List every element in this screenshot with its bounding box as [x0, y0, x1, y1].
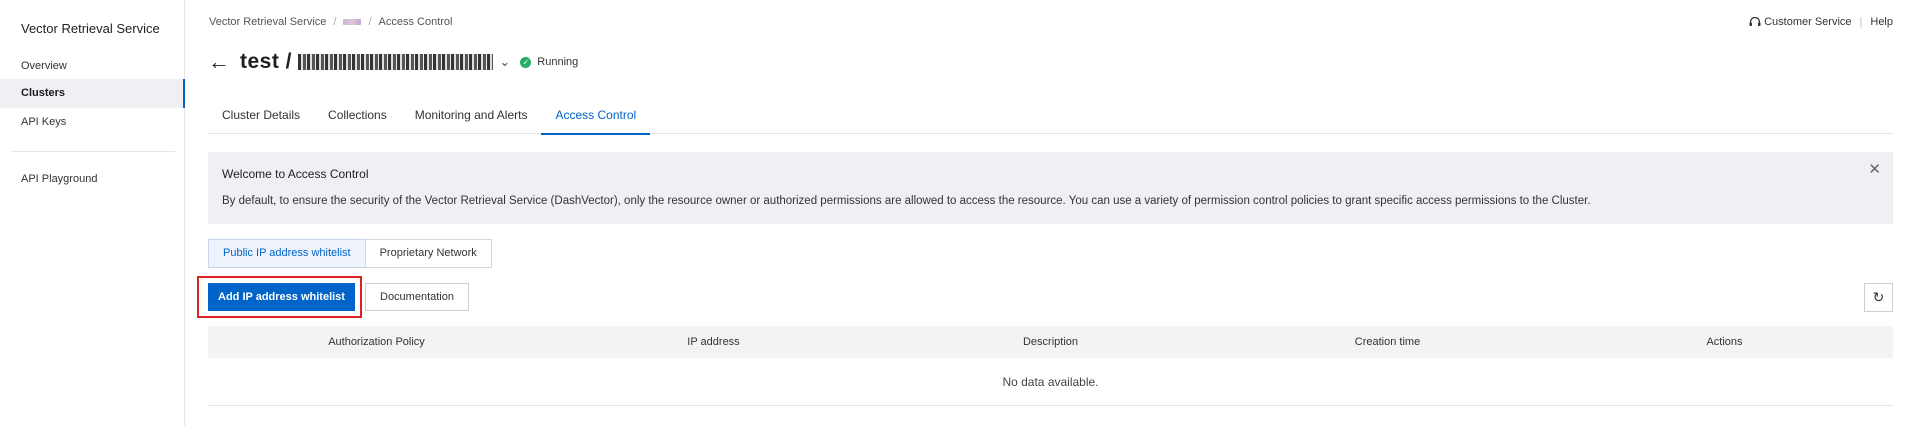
tab-cluster-details[interactable]: Cluster Details	[208, 103, 314, 134]
segment-public-ip-whitelist[interactable]: Public IP address whitelist	[208, 239, 366, 268]
refresh-icon: ↻	[1872, 289, 1885, 305]
breadcrumb-separator: /	[368, 16, 372, 28]
breadcrumb: Vector Retrieval Service / / Access Cont…	[209, 16, 453, 28]
help-link[interactable]: Help	[1870, 16, 1893, 28]
page-title: test /	[240, 50, 494, 74]
refresh-button[interactable]: ↻	[1864, 283, 1893, 312]
sidebar-divider	[11, 151, 175, 152]
check-circle-icon: ✓	[520, 56, 532, 68]
breadcrumb-current: Access Control	[378, 16, 453, 28]
sidebar-item-api-keys[interactable]: API Keys	[0, 108, 184, 137]
sidebar-item-overview[interactable]: Overview	[0, 52, 184, 81]
sidebar-item-api-playground[interactable]: API Playground	[0, 165, 184, 194]
column-header-ip-address: IP address	[687, 336, 740, 348]
welcome-notice: Welcome to Access Control By default, to…	[208, 152, 1893, 224]
breadcrumb-root[interactable]: Vector Retrieval Service	[209, 16, 326, 28]
page-title-row: ← test / ⌄ ✓ Running	[208, 50, 578, 74]
status-badge: ✓ Running	[520, 56, 578, 68]
breadcrumb-cluster-redacted[interactable]	[343, 19, 362, 25]
headset-icon	[1749, 17, 1761, 26]
breadcrumb-separator: /	[333, 16, 337, 28]
customer-service-link[interactable]: Customer Service	[1749, 16, 1852, 28]
column-header-creation-time: Creation time	[1354, 336, 1421, 348]
top-right-divider: |	[1859, 16, 1863, 28]
status-label: Running	[537, 56, 579, 68]
column-header-description: Description	[1022, 336, 1079, 348]
tab-monitoring-and-alerts[interactable]: Monitoring and Alerts	[401, 103, 542, 134]
segment-proprietary-network[interactable]: Proprietary Network	[364, 239, 492, 268]
customer-service-label: Customer Service	[1764, 16, 1852, 28]
back-arrow-icon[interactable]: ←	[208, 51, 230, 73]
notice-text: By default, to ensure the security of th…	[222, 195, 1591, 207]
top-right-links: Customer Service | Help	[1749, 16, 1893, 28]
tab-bar: Cluster Details Collections Monitoring a…	[208, 103, 1893, 135]
sidebar-item-clusters[interactable]: Clusters	[0, 79, 185, 108]
page-title-redacted	[298, 54, 494, 71]
sidebar: Vector Retrieval Service Overview Cluste…	[0, 0, 185, 426]
add-ip-whitelist-button[interactable]: Add IP address whitelist	[208, 283, 355, 311]
documentation-button[interactable]: Documentation	[365, 283, 469, 311]
sidebar-title: Vector Retrieval Service	[21, 21, 160, 36]
chevron-down-icon[interactable]: ⌄	[499, 54, 510, 70]
notice-title: Welcome to Access Control	[222, 167, 369, 181]
empty-state: No data available.	[208, 358, 1893, 406]
close-icon[interactable]: ✕	[1868, 160, 1881, 178]
tab-collections[interactable]: Collections	[314, 103, 401, 134]
whitelist-type-switch: Public IP address whitelist Proprietary …	[208, 239, 492, 268]
table-header: Authorization Policy IP address Descript…	[208, 326, 1893, 358]
column-header-actions: Actions	[1706, 336, 1743, 348]
tab-access-control[interactable]: Access Control	[541, 103, 650, 135]
column-header-authorization-policy: Authorization Policy	[328, 336, 425, 348]
page-title-prefix: test /	[240, 50, 299, 73]
whitelist-table: Authorization Policy IP address Descript…	[208, 326, 1893, 406]
